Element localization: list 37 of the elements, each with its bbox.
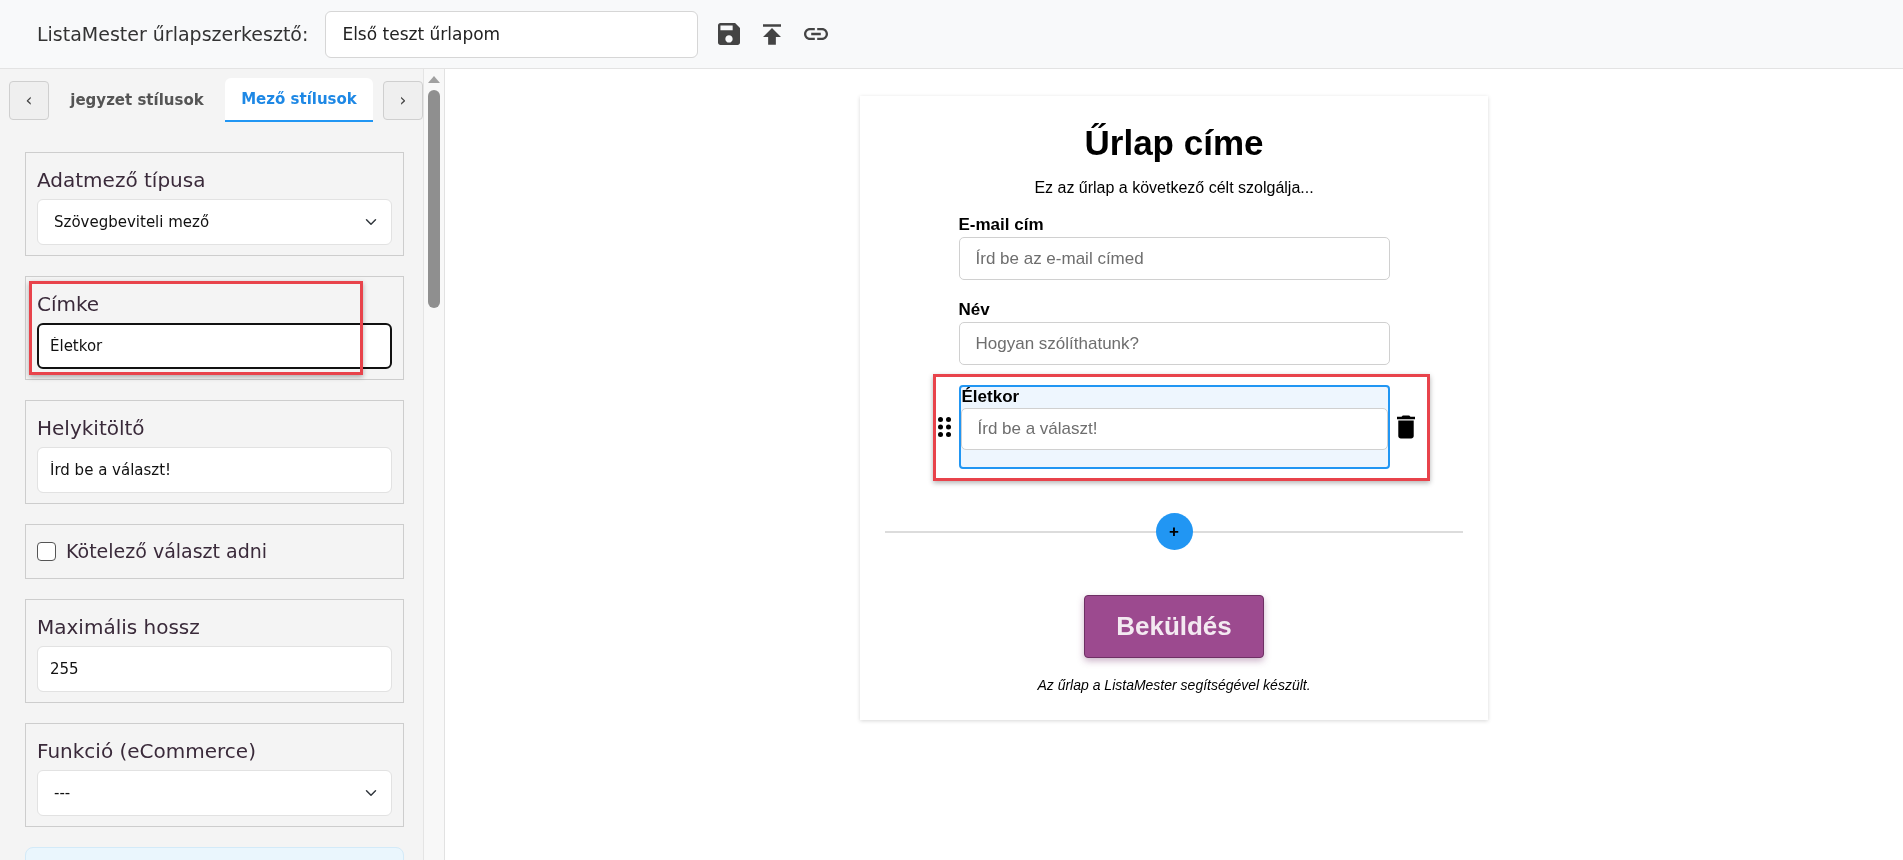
field-label: E-mail cím xyxy=(958,215,1045,235)
setting-label: Címke xyxy=(37,291,101,318)
selected-field[interactable]: Életkor Írd be a választ! xyxy=(958,385,1390,469)
scrollbar-track[interactable] xyxy=(424,69,445,860)
checkbox-label: Kötelező választ adni xyxy=(66,539,268,565)
next-tab-button[interactable]: › xyxy=(383,81,423,120)
save-icon[interactable] xyxy=(718,23,741,45)
delete-icon[interactable] xyxy=(1396,415,1415,439)
select-field[interactable]: Szövegbeviteli mező xyxy=(37,199,392,245)
text-field[interactable]: Írd be a választ! xyxy=(960,408,1388,450)
field-label: Név xyxy=(958,300,991,320)
panel-tab[interactable]: jegyzet stílusok xyxy=(49,78,225,122)
text-field[interactable]: Írd be a választ! xyxy=(37,447,392,493)
drag-handle-icon[interactable] xyxy=(937,417,951,437)
form-name-field[interactable]: Első teszt űrlapom xyxy=(325,10,699,58)
form-description: Ez az űrlap a következő célt szolgálja... xyxy=(1033,178,1315,198)
footer-note: Az űrlap a ListaMester segítségével készült. xyxy=(1036,676,1312,695)
previous-tab-button[interactable]: ‹ xyxy=(9,81,49,120)
setting-label: Funkció (eCommerce) xyxy=(37,738,257,765)
field-label: Életkor xyxy=(960,387,1021,407)
panel-tab[interactable]: Mező stílusok xyxy=(225,78,373,122)
text-field[interactable]: Életkor xyxy=(37,323,392,369)
text-field[interactable]: Írd be az e-mail címed xyxy=(958,237,1390,280)
text-field[interactable]: Hogyan szólíthatunk? xyxy=(958,322,1390,365)
checkbox[interactable] xyxy=(37,542,56,561)
form-title: Űrlap címe xyxy=(1083,122,1265,164)
app-title: ListaMester űrlapszerkesztő: xyxy=(37,21,309,47)
add-field-button[interactable]: + xyxy=(1155,513,1193,550)
setting-label: Helykitöltő xyxy=(37,415,146,442)
select-field[interactable]: --- xyxy=(37,770,392,816)
setting-label: Adatmező típusa xyxy=(37,167,207,194)
link-icon[interactable] xyxy=(804,28,829,40)
scrollbar-thumb[interactable] xyxy=(428,90,440,308)
upload-icon[interactable] xyxy=(763,23,782,45)
submit-button[interactable]: Beküldés xyxy=(1084,595,1264,658)
text-field[interactable]: 255 xyxy=(37,646,392,692)
setting-label: Maximális hossz xyxy=(37,614,201,641)
